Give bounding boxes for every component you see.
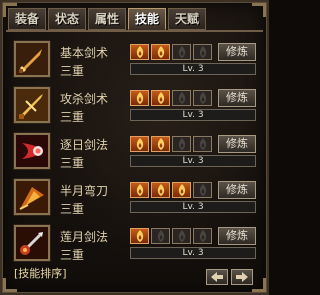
flame-icon	[130, 182, 149, 198]
flame-icon	[172, 228, 191, 244]
flame-icon	[130, 44, 149, 60]
flame-icon	[151, 182, 170, 198]
skill-progress-bar: Lv. 3	[130, 63, 256, 75]
golden-sword-icon	[16, 89, 48, 121]
skill-name: 攻杀剑术	[60, 92, 109, 106]
skill-upgrade-slots	[130, 44, 212, 60]
flame-icon	[151, 136, 170, 152]
skill-name: 半月弯刀	[60, 184, 109, 198]
skill-tier: 三重	[60, 248, 85, 262]
flame-icon	[130, 228, 149, 244]
skill-name: 莲月剑法	[60, 230, 109, 244]
skill-tier: 三重	[60, 156, 85, 170]
train-button[interactable]: 修炼	[218, 181, 256, 199]
sword-icon	[16, 43, 48, 75]
flame-icon	[151, 90, 170, 106]
tab-status[interactable]: 状态	[48, 8, 86, 30]
flame-icon	[172, 90, 191, 106]
train-button[interactable]: 修炼	[218, 43, 256, 61]
train-button[interactable]: 修炼	[218, 227, 256, 245]
flame-icon	[193, 228, 212, 244]
skill-tier: 三重	[60, 202, 85, 216]
skill-icon-frame[interactable]	[14, 41, 50, 77]
tab-skills[interactable]: 技能	[128, 8, 166, 30]
skill-level-text: Lv. 3	[182, 248, 204, 258]
skill-level-text: Lv. 3	[182, 202, 204, 212]
skill-row: 攻杀剑术三重 修炼 Lv. 3	[12, 85, 262, 131]
flame-icon	[193, 44, 212, 60]
lotus-sword-icon	[16, 227, 48, 259]
corner-ornament	[252, 3, 266, 17]
flame-icon	[193, 90, 212, 106]
tab-equipment[interactable]: 装备	[8, 8, 46, 30]
skill-progress-bar: Lv. 3	[130, 109, 256, 121]
skill-upgrade-slots	[130, 136, 212, 152]
arrow-right-icon	[236, 272, 248, 282]
train-button[interactable]: 修炼	[218, 135, 256, 153]
skill-upgrade-slots	[130, 228, 212, 244]
skill-row: 基本剑术三重 修炼 Lv. 3	[12, 39, 262, 85]
skill-sort-button[interactable]: [技能排序]	[14, 265, 67, 281]
flame-icon	[151, 228, 170, 244]
skill-progress-bar: Lv. 3	[130, 155, 256, 167]
tab-talent[interactable]: 天赋	[168, 8, 206, 30]
tab-bar: 装备 状态 属性 技能 天赋	[8, 8, 206, 30]
flame-icon	[151, 44, 170, 60]
flame-icon	[130, 136, 149, 152]
skill-panel: 装备 状态 属性 技能 天赋 基本剑术 三重 修炼 Lv. 3 攻杀剑术 三重 修炼 Lv. …	[0, 0, 269, 295]
flame-icon	[193, 182, 212, 198]
skill-tier: 三重	[60, 64, 85, 78]
tab-attributes[interactable]: 属性	[88, 8, 126, 30]
skill-row: 逐日剑法三重 修炼 Lv. 3	[12, 131, 262, 177]
skill-upgrade-slots	[130, 182, 212, 198]
crescent-slash-icon	[16, 135, 48, 167]
skill-level-text: Lv. 3	[182, 64, 204, 74]
skill-icon-frame[interactable]	[14, 179, 50, 215]
prev-page-button[interactable]	[206, 269, 228, 285]
skill-level-text: Lv. 3	[182, 156, 204, 166]
skill-icon-frame[interactable]	[14, 133, 50, 169]
blade-fan-icon	[16, 181, 48, 213]
skill-icon-frame[interactable]	[14, 87, 50, 123]
skill-row: 莲月剑法三重 修炼 Lv. 3	[12, 223, 262, 269]
skill-upgrade-slots	[130, 90, 212, 106]
arrow-left-icon	[211, 272, 223, 282]
skill-name: 基本剑术	[60, 46, 109, 60]
skill-tier: 三重	[60, 110, 85, 124]
flame-icon	[130, 90, 149, 106]
skill-icon-frame[interactable]	[14, 225, 50, 261]
train-button[interactable]: 修炼	[218, 89, 256, 107]
tab-divider	[6, 30, 263, 32]
flame-icon	[172, 182, 191, 198]
skill-progress-bar: Lv. 3	[130, 247, 256, 259]
flame-icon	[172, 136, 191, 152]
skill-name: 逐日剑法	[60, 138, 109, 152]
flame-icon	[172, 44, 191, 60]
flame-icon	[193, 136, 212, 152]
skill-progress-bar: Lv. 3	[130, 201, 256, 213]
skill-level-text: Lv. 3	[182, 110, 204, 120]
skill-row: 半月弯刀三重 修炼 Lv. 3	[12, 177, 262, 223]
next-page-button[interactable]	[231, 269, 253, 285]
corner-ornament	[252, 278, 266, 292]
